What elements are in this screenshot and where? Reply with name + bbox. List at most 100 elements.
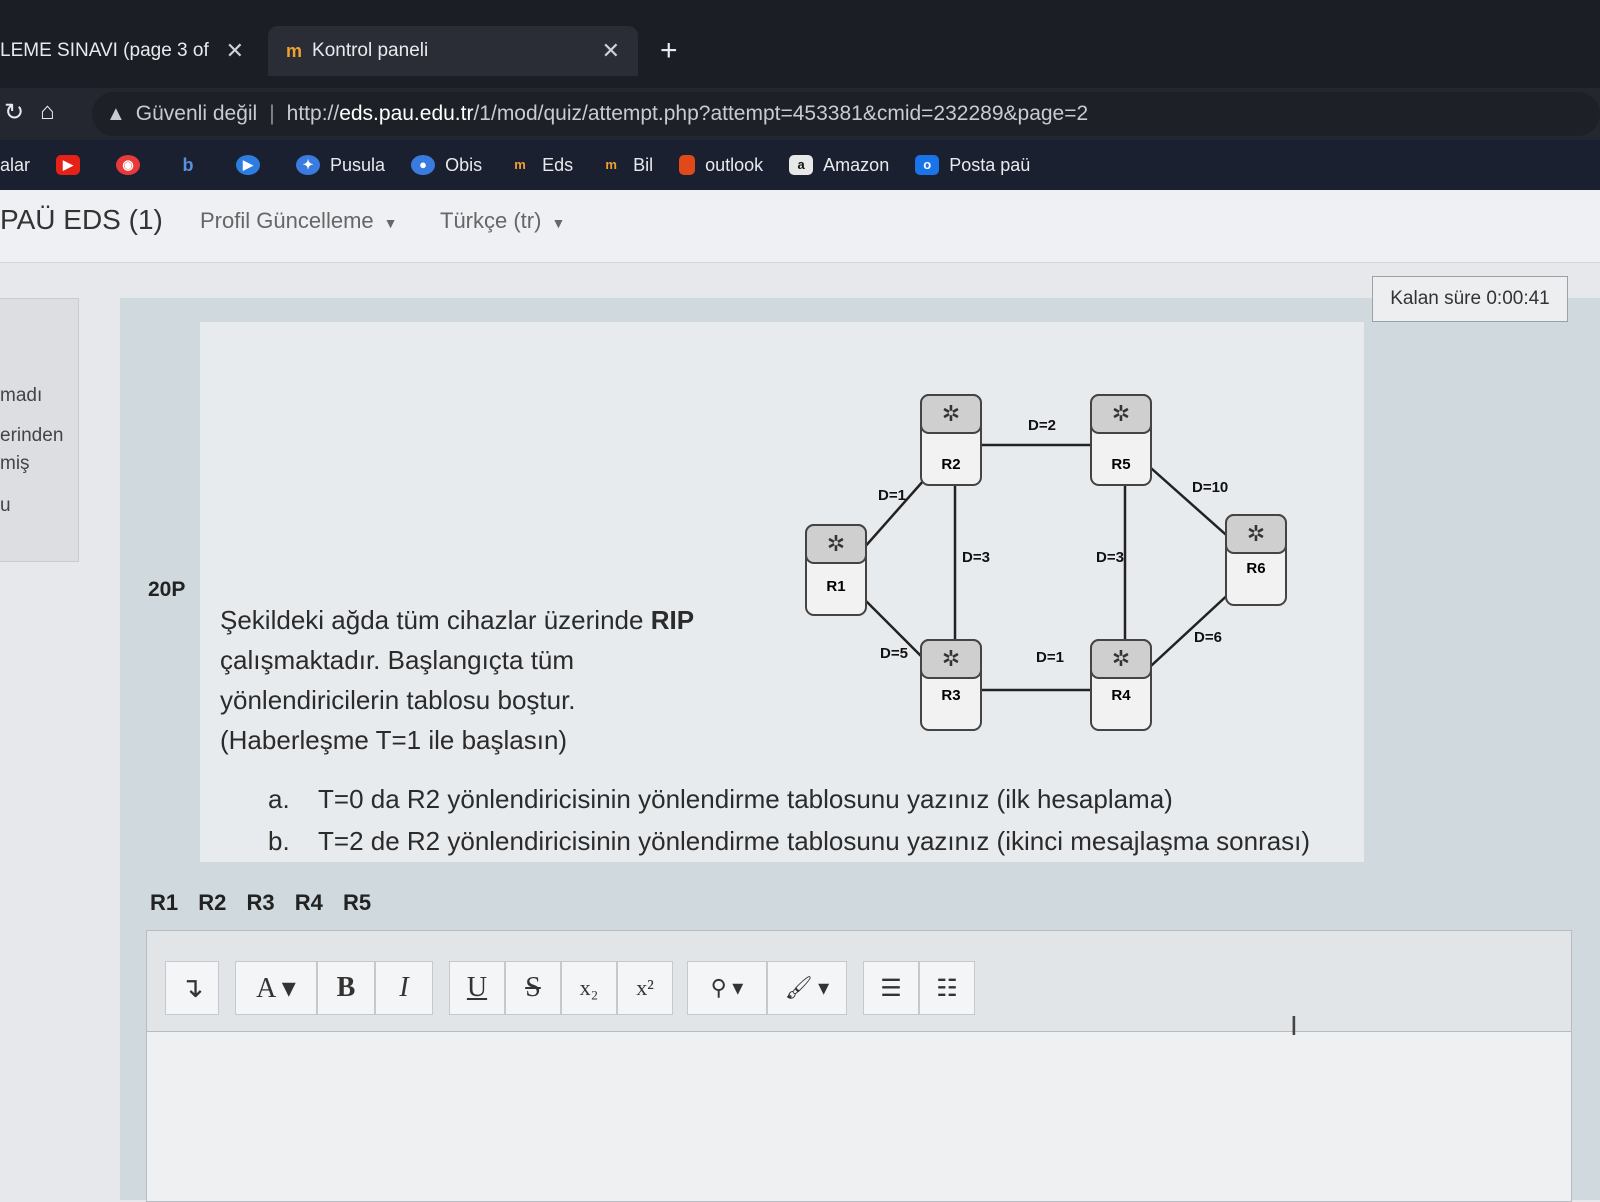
link-label: D=10 [1192,479,1228,496]
bold-button[interactable]: B [317,961,375,1015]
browser-tab-bar: LEME SINAVI (page 3 of 4 ✕ m Kontrol pan… [0,0,1600,88]
profile-menu-label: Profil Güncelleme [200,208,374,233]
new-tab-icon[interactable]: + [660,34,678,68]
profile-menu[interactable]: Profil Güncelleme ▼ [200,208,398,234]
answer-editor[interactable]: ↴ A ▾ B I U S x₂ x² ⚲ ▾ 🖌 ▾ ☰ ☷ [146,930,1572,1202]
link-label: D=1 [878,487,906,504]
question-line: yönlendiricilerin tablosu boştur. [220,685,576,715]
sub-question-b: b. T=2 de R2 yönlendiricisinin yönlendirm… [268,826,1310,857]
bookmark-youtube[interactable]: ▶ [56,155,90,175]
router-label: R4 [1111,687,1131,704]
bookmark-outlook[interactable]: outlook [679,155,763,176]
numbered-list-button[interactable]: ☷ [919,961,975,1015]
question-number: 20P [148,578,186,601]
tab-quiz[interactable]: LEME SINAVI (page 3 of 4 ✕ [0,26,262,76]
tab-title: Kontrol paneli [312,40,429,61]
router-heading: R5 [343,890,372,915]
superscript-button[interactable]: x² [617,961,673,1015]
underline-button[interactable]: U [449,961,505,1015]
url-scheme: http:// [286,102,340,125]
bookmark-pusula[interactable]: ✦ Pusula [296,155,385,176]
question-line: çalışmaktadır. Başlangıçta tüm [220,645,575,675]
strikethrough-button[interactable]: S [505,961,561,1015]
router-icon: ✲ [1247,521,1265,546]
router-icon: ✲ [827,531,845,556]
router-r1: ✲ R1 [805,524,867,616]
router-label: R5 [1111,456,1130,473]
question-line: (Haberleşme T=1 ile başlasın) [220,725,568,755]
router-label: R6 [1246,560,1265,577]
drawer-text: madı [0,385,43,406]
sub-question-text: T=2 de R2 yönlendiricisinin yönlendirme … [318,826,1311,856]
bookmark-amazon[interactable]: a Amazon [789,155,889,176]
bookmark-posta[interactable]: o Posta paü [915,155,1030,176]
bookmark-label: Pusula [330,154,386,175]
router-icon: ✲ [1112,401,1130,426]
bullet-list-button[interactable]: ☰ [863,961,919,1015]
router-r6: ✲ R6 [1225,514,1287,606]
bookmark-label: Amazon [823,154,890,175]
router-label: R1 [826,578,845,595]
site-navbar: PAÜ EDS (1) Profil Güncelleme ▼ Türkçe (t… [0,190,1600,263]
site-brand[interactable]: PAÜ EDS (1) [0,204,163,236]
subscript-button[interactable]: x₂ [561,961,617,1015]
bookmark-bil[interactable]: m Bil [599,155,653,176]
bookmark-label: Bil [633,154,654,175]
play-icon: ▶ [236,155,261,175]
office-icon [679,155,696,175]
font-button[interactable]: A ▾ [235,961,317,1015]
record-icon: ◉ [116,155,141,175]
address-row: ↻ ⌂ ▲ Güvenli değil | http://eds.pau.edu… [0,88,1600,140]
bookmark-label: alar [0,154,31,175]
moodle-icon: m [286,40,303,61]
close-tab-icon[interactable]: ✕ [226,38,244,64]
bookmark-obis[interactable]: ● Obis [411,155,482,176]
router-r2: ✲ R2 [920,394,982,486]
router-heading: R3 [246,890,275,915]
router-heading: R2 [198,890,227,915]
quiz-timer: Kalan süre 0:00:41 [1372,276,1568,322]
router-label: R3 [941,687,960,704]
router-icon: ✲ [1112,646,1130,671]
bookmark-label: Eds [542,154,574,175]
amazon-icon: a [789,155,814,175]
question-line: Şekildeki ağda tüm cihazlar üzerinde [220,605,651,635]
separator: | [269,102,275,125]
router-r5: ✲ R5 [1090,394,1152,486]
expand-toolbar-button[interactable]: ↴ [165,961,219,1015]
youtube-icon: ▶ [56,155,81,175]
editor-toolbar: ↴ A ▾ B I U S x₂ x² ⚲ ▾ 🖌 ▾ ☰ ☷ [147,931,1571,1032]
link-label: D=5 [880,645,908,662]
close-tab-icon[interactable]: ✕ [602,38,620,64]
drawer-text: miş [0,453,30,474]
bookmark-apps[interactable]: alar [0,155,30,176]
moodle-icon: m [605,157,617,172]
bookmark-bing[interactable]: b [176,155,210,175]
caret-down-icon: ▼ [551,215,566,231]
bookmark-play[interactable]: ▶ [236,155,270,175]
tab-kontrol-paneli[interactable]: m Kontrol paneli ✕ [268,26,638,76]
router-r3: ✲ R3 [920,639,982,731]
bookmark-eds[interactable]: m Eds [508,155,573,176]
paint-button[interactable]: 🖌 ▾ [767,961,847,1015]
reload-icon[interactable]: ↻ [4,98,24,127]
bookmark-label: Obis [445,154,483,175]
router-heading: R1 [150,890,179,915]
moodle-icon: m [514,157,526,172]
language-menu[interactable]: Türkçe (tr) ▼ [440,208,565,234]
answer-router-headings: R1 R2 R3 R4 R5 [150,890,385,916]
italic-button[interactable]: I [375,961,433,1015]
sub-question-label: b. [268,826,290,856]
address-bar[interactable]: ▲ Güvenli değil | http://eds.pau.edu.tr /… [92,92,1600,136]
sub-question-text: T=0 da R2 yönlendiricisinin yönlendirme … [318,784,1173,814]
sub-question-a: a. T=0 da R2 yönlendiricisinin yönlendirm… [268,784,1173,815]
tab-title: LEME SINAVI (page 3 of 4 [0,40,210,61]
outlook-icon: o [915,155,940,175]
router-r4: ✲ R4 [1090,639,1152,731]
compass-icon: ✦ [296,155,321,175]
align-button[interactable]: ⚲ ▾ [687,961,767,1015]
bookmark-record[interactable]: ◉ [116,155,150,175]
link-label: D=3 [962,549,990,566]
caret-down-icon: ▼ [383,215,398,231]
home-icon[interactable]: ⌂ [40,98,55,126]
